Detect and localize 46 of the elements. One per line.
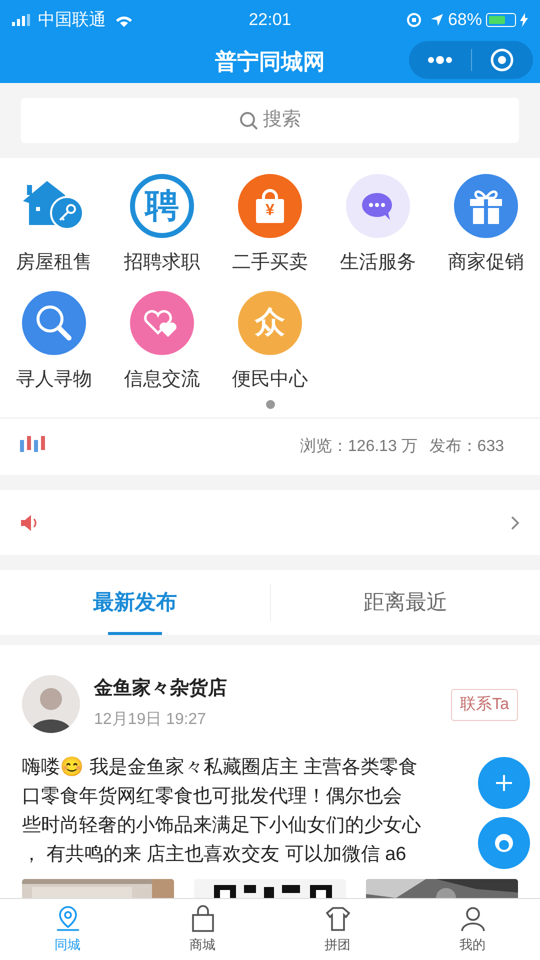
category-item[interactable]: 信息交流 [108, 290, 216, 394]
more-icon[interactable] [426, 56, 453, 64]
views-count: 浏览：126.13 万 [300, 436, 418, 457]
tab-bar-item[interactable]: 拼团 [270, 899, 405, 960]
search-icon [239, 110, 259, 130]
charging-icon [520, 13, 528, 27]
author-name: 金鱼家々杂货店 [94, 676, 228, 701]
post-text-line: 嗨喽😊 我是金鱼家々私藏圈店主 主营各类零食 [22, 756, 418, 780]
location-arrow-icon [430, 13, 444, 27]
capsule-menu[interactable] [409, 41, 533, 79]
battery-icon [486, 13, 516, 27]
category-item[interactable]: 生活服务 [324, 173, 432, 278]
hearts-icon [130, 290, 194, 354]
post-text-line: 口零食年货网红零食也可批发代理！偶尔也会 [22, 785, 402, 809]
category-item[interactable]: 房屋租售 [0, 173, 108, 278]
post-text-line: 些时尚轻奢的小饰品来满足下小仙女们的少女心 [22, 814, 421, 838]
magnifier-icon [22, 290, 86, 354]
category-item[interactable]: 商家促销 [432, 173, 540, 278]
shopping-bag-icon: ¥ [238, 174, 302, 238]
post-text-line: ， 有共鸣的来 店主也喜欢交友 可以加微信 a6 [22, 843, 406, 867]
contact-button[interactable]: 联系Ta [451, 689, 518, 721]
page-title: 普宁同城网 [215, 48, 325, 76]
post-time: 12月19日 19:27 [94, 710, 208, 730]
chevron-right-icon [510, 514, 520, 530]
hire-icon: 聘 [130, 174, 194, 238]
battery-percent: 68% [448, 9, 482, 32]
tab-bar-item[interactable]: 商城 [135, 899, 270, 960]
feed-tab[interactable]: 最新发布 [0, 570, 270, 635]
tab-bar-item[interactable]: 我的 [405, 899, 540, 960]
posts-count: 发布：633 [429, 437, 504, 457]
person-icon [458, 904, 486, 933]
search-field[interactable]: 搜索 [21, 98, 519, 143]
gift-icon [454, 174, 518, 238]
category-item[interactable]: ¥ 二手买卖 [216, 173, 324, 278]
chat-bubble-icon [346, 174, 410, 238]
shirt-icon [324, 904, 352, 933]
crowd-icon: 众 [238, 290, 302, 354]
clock-time: 22:01 [248, 9, 292, 32]
rotation-lock-icon [406, 12, 422, 28]
carrier-name: 中国联通 [38, 9, 106, 32]
bar-chart-icon [20, 436, 46, 452]
category-item[interactable]: 寻人寻物 [0, 290, 108, 394]
plus-icon [495, 774, 513, 792]
category-item[interactable]: 众 便民中心 [216, 290, 324, 394]
feed-tab[interactable]: 距离最近 [270, 570, 540, 635]
category-item[interactable]: 聘 招聘求职 [108, 173, 216, 278]
